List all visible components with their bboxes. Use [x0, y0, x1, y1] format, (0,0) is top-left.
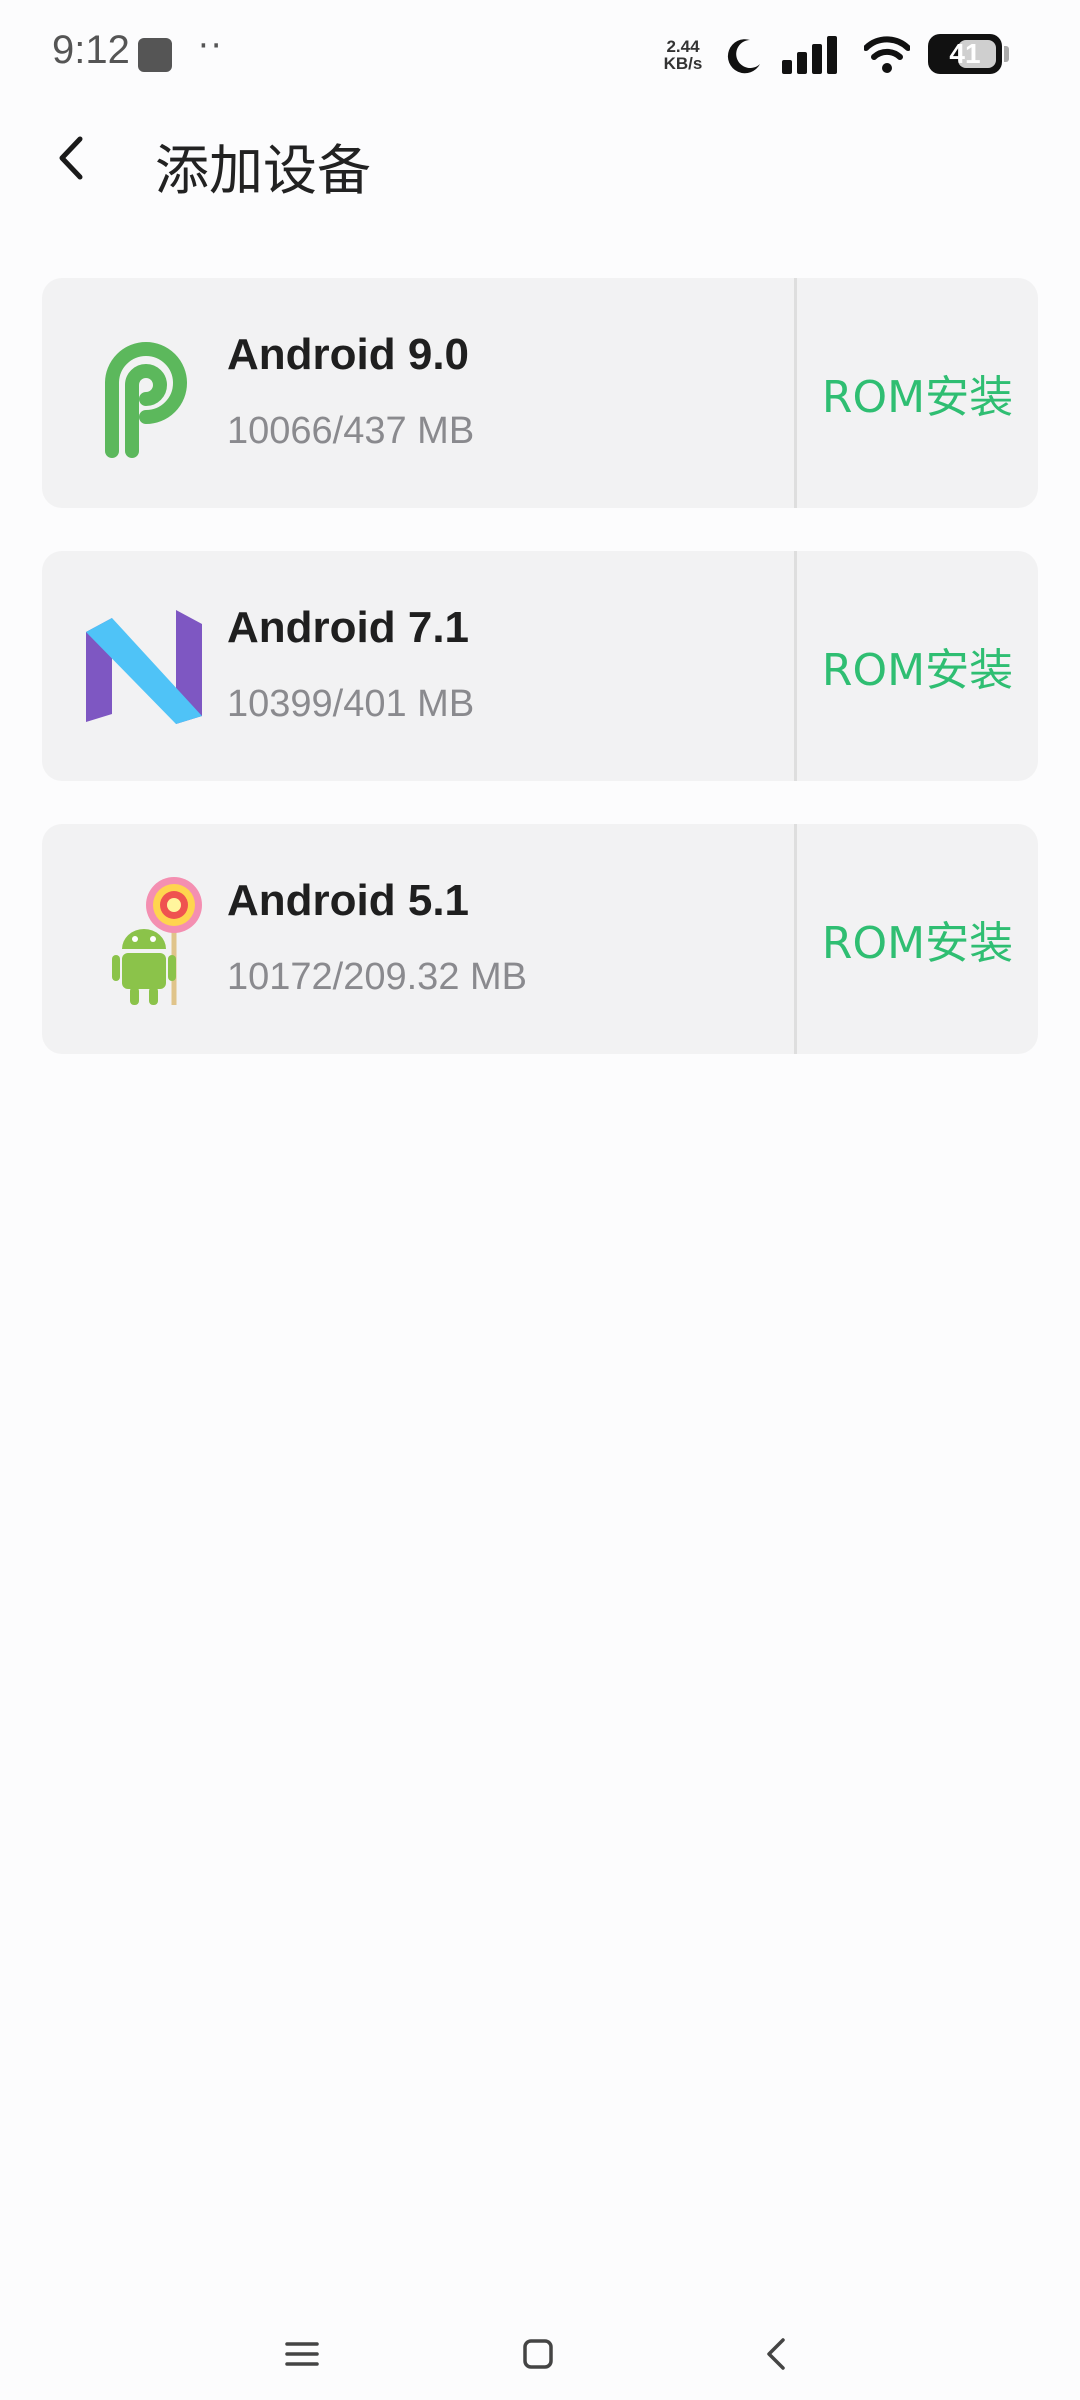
chevron-left-icon: [59, 136, 83, 180]
device-name: Android 5.1: [227, 876, 470, 925]
device-meta: 10399/401 MB: [227, 683, 475, 725]
back-button[interactable]: [40, 122, 104, 194]
back-icon: [767, 2338, 785, 2370]
battery-level: 41: [949, 38, 981, 69]
rom-install-button[interactable]: ROM安装: [797, 551, 1038, 781]
rom-install-button[interactable]: ROM安装: [797, 278, 1038, 508]
status-time: 9:12: [52, 28, 130, 72]
wifi-icon: [863, 36, 911, 78]
device-card[interactable]: Android 7.1 10399/401 MB ROM安装: [42, 551, 1038, 781]
device-meta: 10066/437 MB: [227, 410, 475, 452]
device-list: Android 9.0 10066/437 MB ROM安装 Android 7…: [42, 278, 1038, 1097]
moon-icon: [724, 36, 764, 80]
network-speed-unit: KB/s: [663, 54, 703, 73]
device-name: Android 9.0: [227, 330, 470, 379]
device-name: Android 7.1: [227, 603, 470, 652]
network-speed-value: 2.44: [666, 37, 700, 56]
device-card[interactable]: Android 9.0 10066/437 MB ROM安装: [42, 278, 1038, 508]
battery-icon: 41: [928, 34, 1002, 74]
signal-icon: [782, 36, 840, 78]
more-notifications-indicator: ··: [198, 26, 224, 66]
rom-install-button[interactable]: ROM安装: [797, 824, 1038, 1054]
notification-app-icon: [138, 38, 172, 72]
home-icon: [523, 2339, 553, 2369]
network-speed: 2.44 KB/s: [658, 38, 708, 72]
menu-button[interactable]: [272, 2324, 332, 2384]
device-meta: 10172/209.32 MB: [227, 956, 528, 998]
navigation-bar: [0, 2300, 1080, 2400]
android-nougat-logo-icon: [74, 596, 214, 736]
page-title: 添加设备: [155, 139, 371, 202]
device-card[interactable]: Android 5.1 10172/209.32 MB ROM安装: [42, 824, 1038, 1054]
system-back-button[interactable]: [746, 2324, 806, 2384]
status-bar: 9:12 ·· 2.44 KB/s 41: [0, 0, 1080, 110]
android-pie-logo-icon: [74, 323, 214, 463]
home-button[interactable]: [508, 2324, 568, 2384]
menu-icon: [285, 2342, 319, 2366]
android-lollipop-logo-icon: [74, 869, 214, 1009]
